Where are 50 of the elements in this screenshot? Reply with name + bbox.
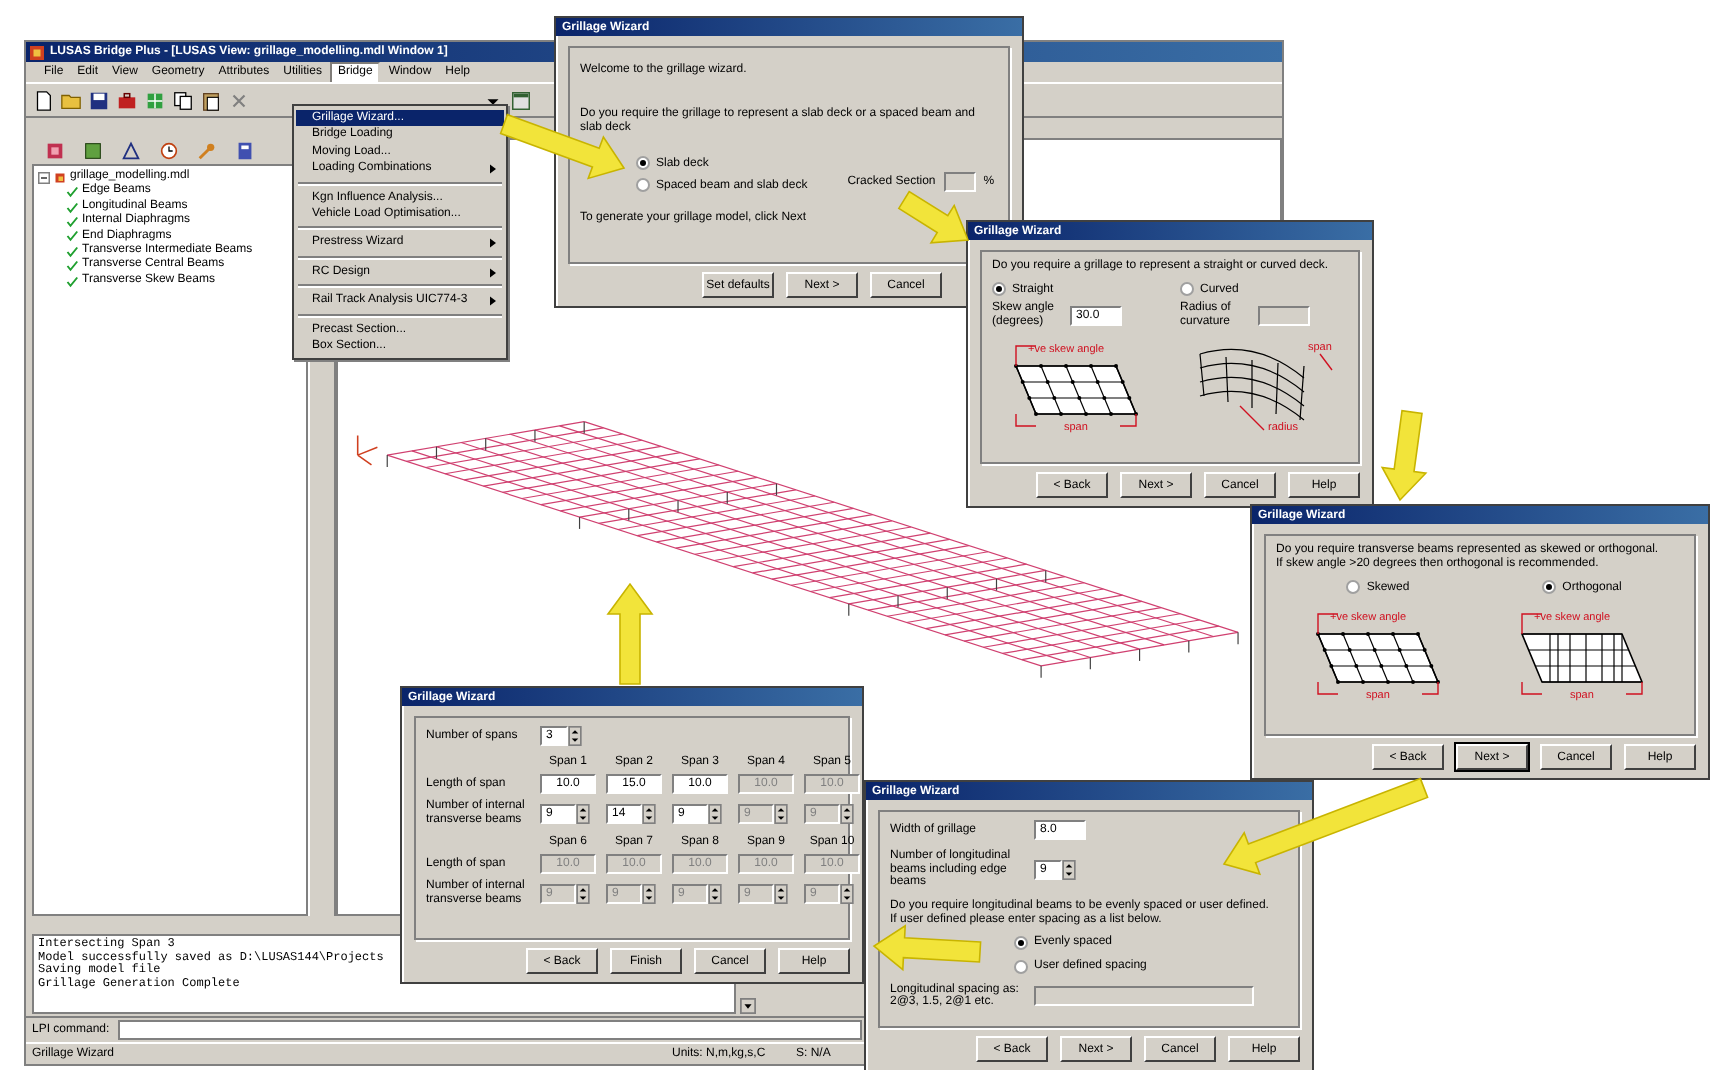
window-icon[interactable] [510, 89, 532, 111]
dimension-lines [1015, 345, 1137, 427]
geometry-icon[interactable] [120, 140, 142, 162]
spinner-arrows-icon[interactable] [774, 803, 788, 823]
dimension-lines [1521, 613, 1643, 695]
layers-icon[interactable] [44, 140, 66, 162]
spinner-arrows-icon[interactable] [840, 883, 854, 903]
deck-grid-drawing [1014, 364, 1138, 416]
clock-icon[interactable] [158, 140, 180, 162]
save-icon[interactable] [88, 89, 110, 111]
copy-icon[interactable] [172, 89, 194, 111]
arrow [897, 190, 970, 244]
scroll-down-icon[interactable] [740, 998, 756, 1014]
spinner-arrows-icon[interactable] [642, 883, 656, 903]
app-icon [30, 45, 44, 59]
arrow [872, 924, 982, 972]
axes-icon [356, 434, 379, 466]
open-folder-icon[interactable] [60, 89, 82, 111]
attributes-icon[interactable] [82, 140, 104, 162]
radio-button[interactable] [636, 178, 650, 192]
spinner-arrows-icon[interactable] [568, 726, 582, 746]
spinner-arrows-icon[interactable] [840, 803, 854, 823]
radio-button[interactable] [1180, 282, 1194, 296]
briefcase-icon[interactable] [116, 89, 138, 111]
radio-button[interactable] [1014, 959, 1028, 973]
spinner-arrows-icon[interactable] [708, 803, 722, 823]
radio-button[interactable] [1014, 935, 1028, 949]
radio-button[interactable] [992, 282, 1006, 296]
deck-grid-drawing [1520, 633, 1644, 683]
book-icon[interactable] [234, 140, 256, 162]
spinner-arrows-icon[interactable] [642, 803, 656, 823]
arrow [1380, 409, 1428, 502]
spinner-arrows-icon[interactable] [1062, 859, 1076, 880]
collapse-icon[interactable] [38, 171, 50, 184]
radio-button[interactable] [1542, 580, 1557, 594]
new-file-icon[interactable] [32, 89, 54, 111]
spinner-arrows-icon[interactable] [576, 883, 590, 903]
dimension-lines [1317, 613, 1439, 695]
deck-grid-drawing [1316, 632, 1440, 684]
radio-button[interactable] [1346, 580, 1361, 594]
dimension-lines [1239, 353, 1333, 431]
arrow [606, 582, 654, 685]
radio-button[interactable] [636, 156, 650, 170]
spinner-arrows-icon[interactable] [708, 883, 722, 903]
spinner-arrows-icon[interactable] [774, 883, 788, 903]
spinner-arrows-icon[interactable] [576, 803, 590, 823]
command-input-field[interactable] [117, 1020, 862, 1040]
model-icon [54, 171, 66, 184]
curved-grid-drawing [1199, 348, 1305, 421]
paste-icon[interactable] [200, 89, 222, 111]
